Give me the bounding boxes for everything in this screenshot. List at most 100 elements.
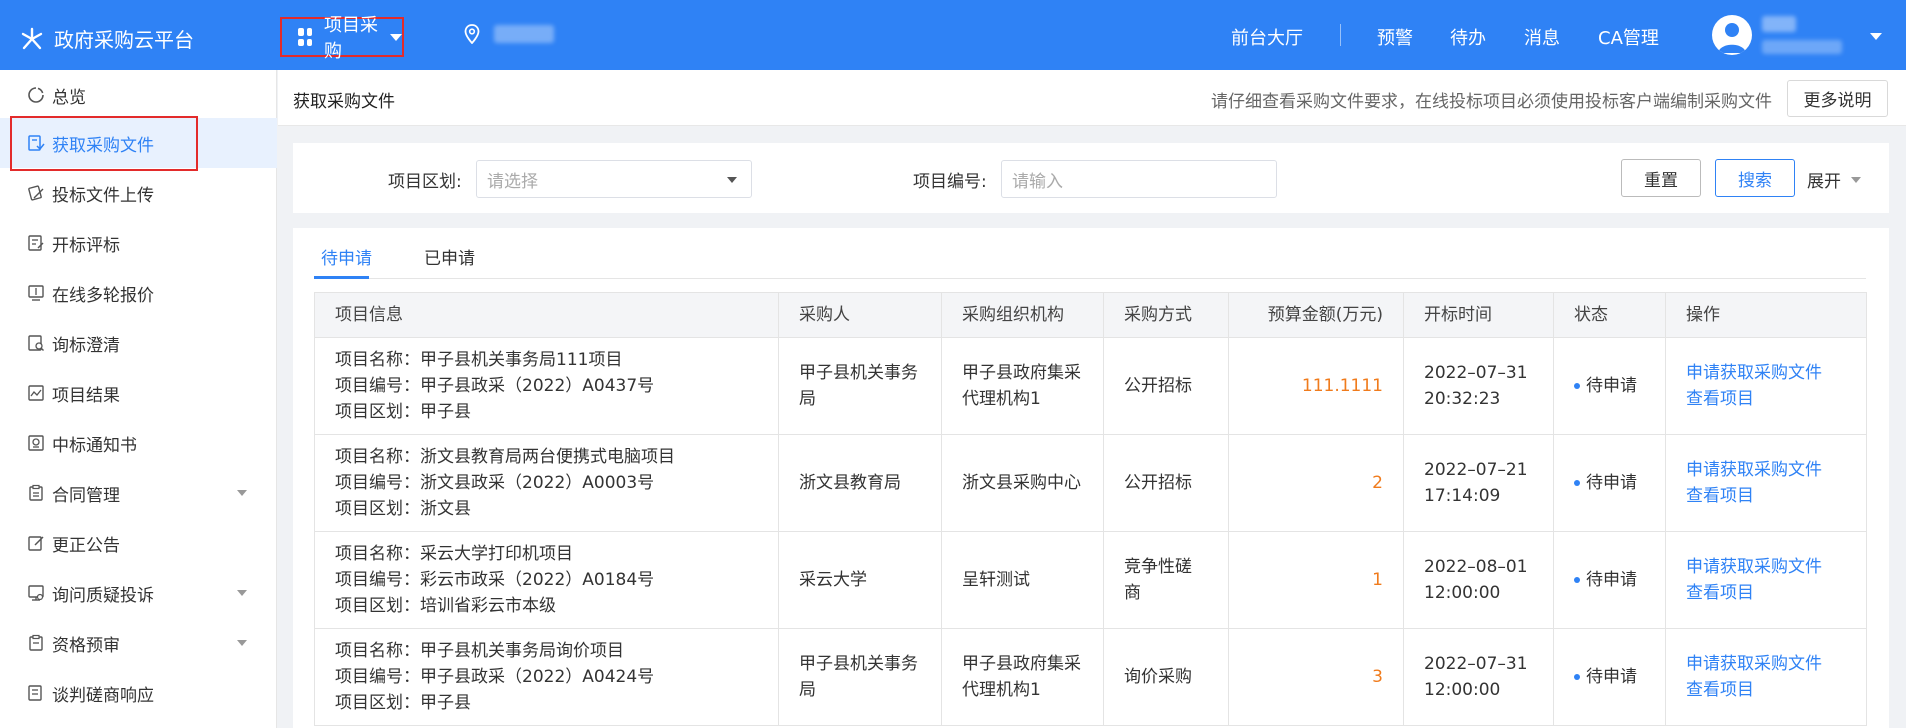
tab-applied[interactable]: 已申请 xyxy=(424,244,475,269)
chevron-down-icon xyxy=(1851,176,1861,183)
sidebar-item-label: 询标澄清 xyxy=(52,335,120,356)
sidebar-item-label: 投标文件上传 xyxy=(52,185,154,206)
sidebar-item-label: 开标评标 xyxy=(52,235,120,256)
nav-ca-management[interactable]: CA管理 xyxy=(1598,24,1659,50)
sidebar-item-negotiate[interactable]: 谈判磋商响应 xyxy=(0,668,277,718)
notice-icon xyxy=(26,433,46,453)
sidebar-item-label: 在线多轮报价 xyxy=(52,285,154,306)
buyer-cell: 甲子县机关事务局 xyxy=(778,628,942,726)
apply-file-link[interactable]: 申请获取采购文件 xyxy=(1686,457,1846,483)
table-row: 项目名称：浙文县教育局两台便携式电脑项目 项目编号：浙文县政采（2022）A00… xyxy=(314,434,1867,532)
caret-down-icon xyxy=(727,177,737,183)
page-title: 获取采购文件 xyxy=(293,92,395,112)
location-name-redacted xyxy=(494,25,554,43)
clarify-icon xyxy=(26,333,46,353)
sidebar-item-notice[interactable]: 中标通知书 xyxy=(0,418,277,468)
sidebar-item-label: 总览 xyxy=(52,87,86,108)
action-cell: 申请获取采购文件 查看项目 xyxy=(1665,337,1867,435)
column-header: 预算金额(万元) xyxy=(1228,292,1404,338)
apply-file-link[interactable]: 申请获取采购文件 xyxy=(1686,554,1846,580)
code-label: 项目编号: xyxy=(913,172,987,192)
highlight-frame xyxy=(10,116,198,171)
user-menu-caret-icon[interactable] xyxy=(1870,33,1882,40)
open-time: 12:00:00 xyxy=(1424,680,1501,700)
region-select[interactable]: 请选择 xyxy=(476,160,752,198)
sidebar-item-contract[interactable]: 合同管理 xyxy=(0,468,277,518)
sidebar-item-label: 资格预审 xyxy=(52,635,120,656)
tab-pending[interactable]: 待申请 xyxy=(321,244,372,269)
agency-cell: 浙文县采购中心 xyxy=(941,434,1104,532)
location-pin-icon xyxy=(464,24,480,44)
nav-todo[interactable]: 待办 xyxy=(1450,24,1486,50)
status-dot-icon xyxy=(1574,674,1580,680)
expand-toggle[interactable]: 展开 xyxy=(1807,167,1861,192)
project-code: 项目编号：甲子县政采（2022）A0424号 xyxy=(335,667,655,687)
sidebar-item-bid-eval[interactable]: 开标评标 xyxy=(0,218,277,268)
method-cell: 公开招标 xyxy=(1103,337,1229,435)
chevron-down-icon xyxy=(237,490,247,496)
sidebar-item-prequal[interactable]: 资格预审 xyxy=(0,618,277,668)
sidebar-item-complaint[interactable]: 询问质疑投诉 xyxy=(0,568,277,618)
project-region: 项目区划：甲子县 xyxy=(335,693,471,713)
app-logo[interactable]: 政府采购云平台 xyxy=(20,24,194,53)
location-selector[interactable] xyxy=(464,24,554,44)
open-time: 12:00:00 xyxy=(1424,583,1501,603)
sidebar-item-correction[interactable]: 更正公告 xyxy=(0,518,277,568)
open-time-cell: 2022–07–31 12:00:00 xyxy=(1403,628,1554,726)
view-project-link[interactable]: 查看项目 xyxy=(1686,677,1846,703)
code-input[interactable]: 请输入 xyxy=(1001,160,1277,198)
status-dot-icon xyxy=(1574,480,1580,486)
apply-file-link[interactable]: 申请获取采购文件 xyxy=(1686,360,1846,386)
open-date: 2022–08–01 xyxy=(1424,557,1528,577)
open-date: 2022–07–31 xyxy=(1424,363,1528,383)
nav-front-hall[interactable]: 前台大厅 xyxy=(1231,24,1303,50)
buyer-cell: 采云大学 xyxy=(778,531,942,629)
table-header-row: 项目信息 采购人 采购组织机构 采购方式 预算金额(万元) 开标时间 状态 操作 xyxy=(314,292,1867,338)
project-code: 项目编号：彩云市政采（2022）A0184号 xyxy=(335,570,655,590)
nav-warning[interactable]: 预警 xyxy=(1377,24,1413,50)
status-cell: 待申请 xyxy=(1553,628,1666,726)
reset-button[interactable]: 重置 xyxy=(1621,159,1701,197)
sidebar-item-upload[interactable]: 投标文件上传 xyxy=(0,168,277,218)
sidebar-item-label: 中标通知书 xyxy=(52,435,137,456)
user-name-redacted xyxy=(1762,16,1796,32)
budget-cell: 111.1111 xyxy=(1228,337,1404,435)
module-switcher[interactable]: 项目采购 xyxy=(280,15,404,62)
open-date: 2022–07–21 xyxy=(1424,460,1528,480)
view-project-link[interactable]: 查看项目 xyxy=(1686,386,1846,412)
action-cell: 申请获取采购文件 查看项目 xyxy=(1665,531,1867,629)
search-button[interactable]: 搜索 xyxy=(1715,159,1795,197)
code-placeholder: 请输入 xyxy=(1012,171,1063,192)
project-code: 项目编号：浙文县政采（2022）A0003号 xyxy=(335,473,655,493)
sidebar-item-quote[interactable]: 在线多轮报价 xyxy=(0,268,277,318)
status-text: 待申请 xyxy=(1586,667,1637,687)
status-dot-icon xyxy=(1574,383,1580,389)
project-name: 项目名称：浙文县教育局两台便携式电脑项目 xyxy=(335,447,675,467)
sidebar-item-label: 谈判磋商响应 xyxy=(52,685,154,706)
more-info-button[interactable]: 更多说明 xyxy=(1787,80,1888,117)
project-info-cell: 项目名称：采云大学打印机项目 项目编号：彩云市政采（2022）A0184号 项目… xyxy=(314,531,779,629)
nav-divider xyxy=(1340,24,1341,46)
column-header: 项目信息 xyxy=(314,292,779,338)
sidebar-item-overview[interactable]: 总览 xyxy=(0,70,277,120)
column-header: 状态 xyxy=(1553,292,1666,338)
agency-cell: 呈轩测试 xyxy=(941,531,1104,629)
nav-messages[interactable]: 消息 xyxy=(1524,24,1560,50)
sidebar-item-clarify[interactable]: 询标澄清 xyxy=(0,318,277,368)
sidebar-item-label: 询问质疑投诉 xyxy=(52,585,154,606)
view-project-link[interactable]: 查看项目 xyxy=(1686,483,1846,509)
column-header: 开标时间 xyxy=(1403,292,1554,338)
column-header: 采购组织机构 xyxy=(941,292,1104,338)
view-project-link[interactable]: 查看项目 xyxy=(1686,580,1846,606)
chevron-down-icon xyxy=(237,590,247,596)
apply-file-link[interactable]: 申请获取采购文件 xyxy=(1686,651,1846,677)
filter-panel: 项目区划: 请选择 项目编号: 请输入 重置 搜索 展开 xyxy=(293,143,1889,213)
status-cell: 待申请 xyxy=(1553,531,1666,629)
page-title-bar: 获取采购文件 请仔细查看采购文件要求，在线投标项目必须使用投标客户端编制采购文件… xyxy=(278,70,1906,126)
active-tab-indicator xyxy=(314,276,369,279)
sidebar-item-result[interactable]: 项目结果 xyxy=(0,368,277,418)
status-text: 待申请 xyxy=(1586,376,1637,396)
project-region: 项目区划：培训省彩云市本级 xyxy=(335,596,556,616)
user-avatar[interactable] xyxy=(1712,15,1752,55)
page-hint: 请仔细查看采购文件要求，在线投标项目必须使用投标客户端编制采购文件 xyxy=(1211,92,1772,112)
